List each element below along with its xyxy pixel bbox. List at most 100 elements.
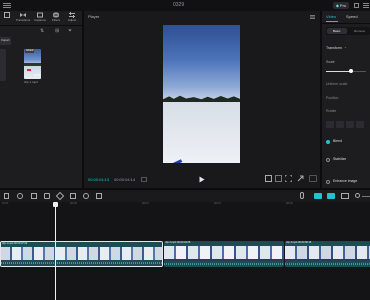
ratio-select-icon[interactable] [309, 175, 317, 182]
subtab-basic[interactable]: Basic [327, 28, 347, 34]
mirror-icon[interactable] [70, 193, 76, 199]
rotate-label: Rotate [326, 109, 337, 113]
clip-1-frames [1, 247, 162, 260]
play-button[interactable] [199, 176, 205, 183]
player-title: Player [88, 14, 100, 19]
blend-label: Blend [333, 139, 342, 143]
microphone-icon[interactable] [300, 192, 304, 199]
fullscreen-icon[interactable] [285, 175, 292, 182]
align-right-button[interactable] [346, 121, 354, 128]
stabilize-checkbox[interactable] [326, 158, 330, 162]
enhance-checkbox[interactable] [326, 180, 330, 184]
subtab-remove[interactable]: Remove [354, 29, 365, 33]
pro-label: Pro [339, 2, 347, 8]
delete-icon[interactable] [44, 193, 50, 199]
timeline-clip-2[interactable]: clip 2.mp4 00:00:03:05 [164, 241, 284, 267]
timeline-clip-1[interactable]: clip 1.mp4 00:00:07:22 [0, 241, 163, 267]
diamond-icon: ◆ [335, 2, 339, 8]
freeze-icon[interactable] [55, 191, 65, 201]
media-icon [4, 12, 10, 18]
clip-2-waveform [164, 261, 284, 267]
tab-filters[interactable]: Filters [48, 12, 64, 22]
timecode-grid-icon[interactable] [141, 177, 147, 182]
split-icon[interactable] [31, 193, 37, 199]
select-tool-icon[interactable] [4, 193, 9, 199]
zoom-out-icon[interactable] [355, 193, 360, 198]
timeline-toolbar [0, 190, 370, 202]
media-placeholder-card[interactable] [0, 49, 6, 81]
inspector-tabs: Video Speed [322, 11, 370, 23]
align-top-button[interactable] [356, 121, 364, 128]
enhance-label: Enhance image [333, 179, 358, 183]
tab-speed[interactable]: Speed [346, 15, 358, 19]
preview-axis-icon[interactable] [341, 193, 349, 199]
scale-label: Scale [326, 60, 335, 64]
position-label: Position [326, 96, 339, 100]
blend-row[interactable]: Blend [326, 139, 370, 146]
magnet-icon[interactable] [327, 193, 335, 199]
snow-slope [163, 102, 240, 163]
media-clip-card[interactable]: Added 00:06 clip 1.mp4 [24, 49, 41, 84]
player-menu-icon[interactable] [310, 15, 315, 19]
timeline-clip-3[interactable]: clip 3.mp4 00:00:06:15 [285, 241, 370, 267]
timeline-area: 00:00 |00:05 |00:10 |00:15 |00:20 clip 1… [0, 202, 370, 300]
scale-slider-knob[interactable] [348, 69, 353, 73]
import-button[interactable]: Import [0, 37, 11, 45]
clip-1-label: clip 1.mp4 00:00:07:22 [2, 242, 28, 245]
clip-2-label: clip 2.mp4 00:00:03:05 [165, 241, 191, 244]
scale-slider-fill [326, 70, 351, 72]
playhead-handle[interactable] [53, 202, 58, 207]
link-icon[interactable] [314, 193, 322, 199]
clip-3-frames [285, 246, 370, 259]
media-clip-duration: 00:06 [34, 74, 41, 77]
align-center-button[interactable] [336, 121, 344, 128]
filter-icon[interactable]: ⏷ [68, 28, 72, 34]
adjust-label: Adjust [67, 18, 77, 22]
enhance-row[interactable]: Enhance image [326, 179, 370, 186]
more-icon[interactable] [363, 3, 369, 8]
zoom-slider[interactable] [362, 196, 370, 197]
ruler-mark: 00:00 [2, 202, 9, 205]
playhead[interactable] [53, 202, 58, 300]
video-preview [163, 25, 240, 163]
sort-icon[interactable]: ⇅ [40, 28, 44, 34]
tab-captions[interactable]: Captions [32, 12, 48, 22]
media-panel: Transitions Captions Filters Adjust ⇅ ⊞ … [0, 11, 82, 188]
media-toolbar: Transitions Captions Filters Adjust [0, 11, 82, 25]
media-added-badge: Added [25, 49, 35, 53]
inspector-subtabs: Basic Remove [326, 27, 370, 35]
scale-slider[interactable] [326, 69, 366, 73]
app-title: 0329 [173, 2, 185, 8]
view-toggle-icon[interactable]: ⊞ [55, 28, 59, 34]
clip-3-waveform [285, 261, 370, 267]
tab-media[interactable] [0, 12, 14, 18]
ratio-icon[interactable] [275, 175, 282, 182]
expand-icon[interactable] [297, 175, 304, 182]
current-timecode: 00:00:04:13 [88, 177, 110, 182]
ruler-mark: |00:15 [214, 202, 221, 205]
transform-header[interactable]: Transform ⌄ [326, 45, 370, 53]
tab-adjust[interactable]: Adjust [64, 12, 80, 22]
media-clip-name: clip 1.mp4 [24, 80, 38, 84]
subtab-basic-label: Basic [333, 28, 341, 33]
chevron-down-icon: ⌄ [344, 45, 347, 49]
pro-badge[interactable]: ◆ Pro [333, 2, 349, 9]
tab-transitions[interactable]: Transitions [14, 12, 32, 22]
tab-video[interactable]: Video [326, 15, 336, 19]
app-menu-icon[interactable] [3, 3, 11, 8]
uniform-scale-label: Uniform scale [326, 82, 348, 86]
stabilize-row[interactable]: Stabilize [326, 157, 370, 164]
crop-tool-icon[interactable] [96, 193, 102, 199]
rotate-icon[interactable] [83, 193, 89, 199]
tree-line [163, 95, 240, 102]
total-timecode: 00:00:04:14 [114, 177, 136, 182]
undo-icon[interactable] [17, 193, 23, 199]
align-left-button[interactable] [326, 121, 334, 128]
align-buttons-row [326, 121, 370, 128]
transform-label: Transform [326, 46, 342, 50]
layout-icon[interactable] [354, 3, 359, 8]
blend-checkbox[interactable] [326, 140, 330, 144]
inspector-tabs-divider [322, 23, 370, 24]
media-toolbar-divider [0, 25, 82, 26]
crop-icon[interactable] [265, 175, 272, 182]
